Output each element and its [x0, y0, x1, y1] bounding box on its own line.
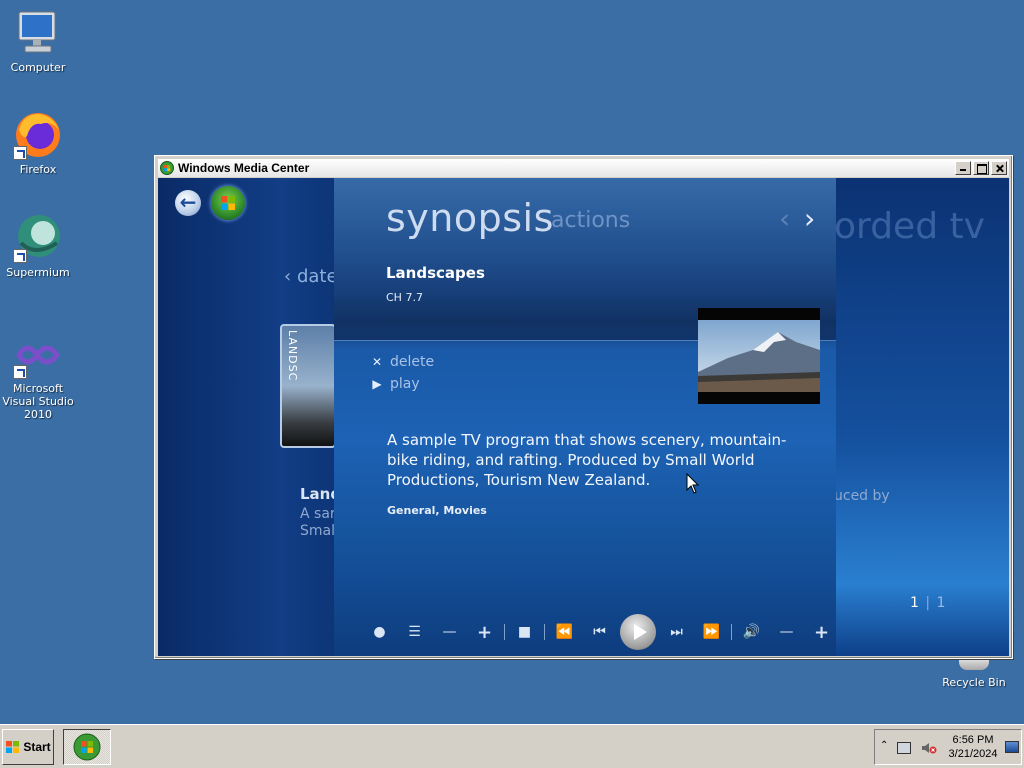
back-arrow-icon[interactable]: ←: [175, 190, 201, 216]
clock-date: 3/21/2024: [948, 748, 998, 760]
close-button[interactable]: [991, 161, 1007, 175]
action-delete[interactable]: ✕ delete: [364, 351, 434, 373]
start-button[interactable]: Start: [2, 729, 54, 765]
program-title: Landscapes: [386, 264, 485, 282]
window-title: Windows Media Center: [178, 161, 310, 175]
taskbar: Start ⌃ 6:56 PM 3/21/2024: [0, 724, 1024, 768]
recording-thumbnail[interactable]: LANDSC: [280, 324, 336, 448]
show-desktop-icon[interactable]: [1005, 741, 1019, 753]
system-tray: ⌃ 6:56 PM 3/21/2024: [874, 729, 1022, 765]
next-arrow-icon[interactable]: ›: [804, 204, 815, 234]
sort-label: date: [296, 266, 338, 287]
title-bar[interactable]: Windows Media Center: [158, 159, 1009, 177]
thumbnail-label: LANDSC: [286, 330, 299, 382]
background-page-title: orded tv: [834, 206, 985, 247]
skip-back-icon[interactable]: ⏮: [582, 617, 617, 647]
action-label: play: [390, 376, 420, 392]
desktop-icon-firefox[interactable]: Firefox: [0, 110, 78, 176]
shortcut-arrow-icon: [13, 146, 27, 160]
page-separator: |: [925, 595, 931, 611]
show-hidden-icons-icon[interactable]: ⌃: [880, 740, 888, 751]
desktop-icon-label: Firefox: [19, 163, 57, 176]
desktop-icon-label: Microsoft Visual Studio 2010: [2, 382, 74, 421]
tab-actions[interactable]: actions: [551, 208, 630, 233]
network-icon[interactable]: [897, 742, 911, 754]
volume-down-icon[interactable]: —: [769, 617, 804, 647]
channel-down-icon[interactable]: —: [432, 617, 467, 647]
program-synopsis: A sample TV program that shows scenery, …: [387, 431, 787, 489]
delete-icon: ✕: [371, 355, 383, 369]
page-total: 1: [936, 595, 946, 611]
desktop-icon-computer[interactable]: Computer: [0, 8, 78, 74]
maximize-button[interactable]: [973, 161, 989, 175]
previous-arrow-icon[interactable]: ‹: [779, 204, 790, 234]
page-current: 1: [910, 595, 919, 611]
windows-flag-icon: [6, 741, 20, 753]
volume-muted-icon[interactable]: [921, 741, 937, 755]
action-label: delete: [390, 354, 435, 370]
play-icon[interactable]: [620, 614, 656, 650]
visual-studio-icon: [13, 329, 63, 379]
program-genres: General, Movies: [387, 504, 487, 517]
minimize-button[interactable]: [955, 161, 971, 175]
taskbar-button-media-center[interactable]: [63, 729, 111, 765]
action-play[interactable]: ▶ play: [364, 373, 434, 395]
media-center-logo-icon: [160, 161, 174, 175]
media-center-content: ← ‹ date LANDSC Land A sar Smal orded tv…: [158, 178, 1009, 656]
transport-controls: ● ☰ — + ■ ⏪ ⏮ ⏭ ⏩ 🔊 — +: [362, 612, 839, 652]
desktop-icon-supermium[interactable]: Supermium: [0, 213, 78, 279]
transport-divider: [731, 624, 732, 640]
desktop-icon-label: Supermium: [6, 266, 70, 279]
desktop-icon-label: Recycle Bin: [942, 676, 1006, 689]
transport-divider: [504, 624, 505, 640]
channel-up-icon[interactable]: +: [467, 617, 502, 647]
supermium-icon: [13, 213, 63, 263]
clock-time: 6:56 PM: [952, 734, 994, 746]
desktop-icon-label: Computer: [10, 61, 66, 74]
clock[interactable]: 6:56 PM 3/21/2024: [947, 733, 999, 761]
program-channel: CH 7.7: [386, 291, 423, 304]
rewind-icon[interactable]: ⏪: [547, 617, 582, 647]
desktop-icon-visual-studio[interactable]: Microsoft Visual Studio 2010: [0, 329, 78, 421]
transport-divider: [544, 624, 545, 640]
page-counter: 1 | 1: [910, 595, 945, 611]
record-icon[interactable]: ●: [362, 617, 397, 647]
program-preview-image: [698, 308, 820, 404]
skip-forward-icon[interactable]: ⏭: [659, 617, 694, 647]
firefox-icon: [13, 110, 63, 160]
mouse-cursor-icon: [686, 473, 700, 494]
stop-icon[interactable]: ■: [507, 617, 542, 647]
background-recording-line: uced by: [834, 488, 890, 504]
guide-icon[interactable]: ☰: [397, 617, 432, 647]
windows-flag-icon: [221, 196, 235, 210]
media-center-window: Windows Media Center ← ‹ date LANDSC Lan…: [154, 155, 1013, 659]
shortcut-arrow-icon: [13, 365, 27, 379]
computer-icon: [13, 8, 63, 58]
program-info-dialog: synopsis actions ‹ › Landscapes CH 7.7 ✕…: [334, 178, 836, 656]
volume-up-icon[interactable]: +: [804, 617, 839, 647]
media-center-logo-icon: [73, 733, 101, 761]
background-page-right: [836, 178, 1009, 656]
sort-by-date[interactable]: ‹ date: [284, 266, 338, 287]
media-center-start-button[interactable]: [211, 186, 245, 220]
chevron-left-icon: ‹: [284, 266, 292, 287]
play-small-icon: ▶: [372, 377, 382, 391]
mute-icon[interactable]: 🔊: [734, 617, 769, 647]
action-list: ✕ delete ▶ play: [364, 351, 434, 395]
tab-synopsis[interactable]: synopsis: [386, 196, 554, 240]
fast-forward-icon[interactable]: ⏩: [694, 617, 729, 647]
start-label: Start: [23, 740, 51, 754]
shortcut-arrow-icon: [13, 249, 27, 263]
